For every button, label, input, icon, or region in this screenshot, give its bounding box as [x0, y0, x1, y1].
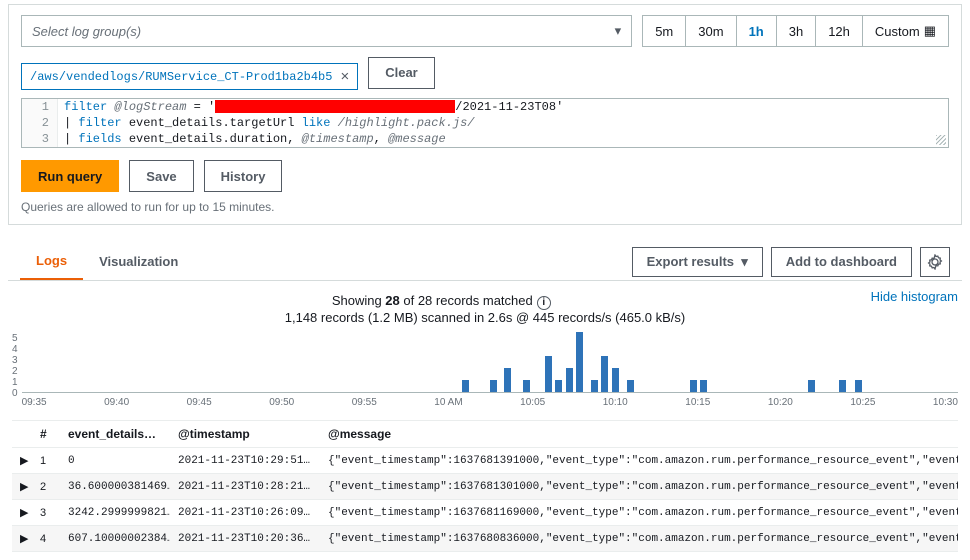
- col-duration[interactable]: event_details…: [60, 421, 170, 448]
- gear-icon: [927, 254, 943, 270]
- redacted-block: [215, 100, 455, 113]
- dropdown-icon: ▾: [615, 23, 622, 39]
- histogram-yaxis: 543210: [12, 333, 22, 393]
- query-editor[interactable]: 1filter @logStream = '/2021-11-23T08' 2|…: [21, 98, 949, 148]
- expand-icon[interactable]: ▶: [12, 500, 32, 526]
- histogram-bar[interactable]: [566, 368, 573, 392]
- time-range-3h[interactable]: 3h: [777, 15, 816, 47]
- histogram-bar[interactable]: [462, 380, 469, 392]
- time-range-12h[interactable]: 12h: [816, 15, 863, 47]
- time-range-custom[interactable]: Custom▦: [863, 15, 949, 47]
- histogram-bar[interactable]: [555, 380, 562, 392]
- histogram-bar[interactable]: [839, 380, 846, 392]
- info-icon[interactable]: i: [537, 296, 551, 310]
- log-group-tag[interactable]: /aws/vendedlogs/RUMService_CT-Prod1ba2b4…: [21, 63, 358, 90]
- time-range-1h[interactable]: 1h: [737, 15, 777, 47]
- histogram-bar[interactable]: [490, 380, 497, 392]
- expand-icon[interactable]: ▶: [12, 526, 32, 552]
- table-row[interactable]: ▶102021-11-23T10:29:51…{"event_timestamp…: [12, 448, 958, 474]
- expand-icon[interactable]: ▶: [12, 448, 32, 474]
- col-message[interactable]: @message: [320, 421, 958, 448]
- col-timestamp[interactable]: @timestamp: [170, 421, 320, 448]
- results-summary: Showing 28 of 28 records matchedi 1,148 …: [12, 293, 958, 325]
- histogram-bar[interactable]: [545, 356, 552, 392]
- histogram-xaxis: 09:3509:4009:4509:5009:5510 AM10:0510:10…: [22, 397, 958, 408]
- calendar-icon: ▦: [924, 23, 936, 39]
- results-table: # event_details… @timestamp @message ▶10…: [12, 420, 958, 552]
- save-button[interactable]: Save: [129, 160, 193, 192]
- histogram-bar[interactable]: [612, 368, 619, 392]
- add-to-dashboard-button[interactable]: Add to dashboard: [771, 247, 912, 277]
- log-group-select[interactable]: Select log group(s) ▾: [21, 15, 632, 47]
- histogram-bar[interactable]: [855, 380, 862, 392]
- run-query-button[interactable]: Run query: [21, 160, 119, 192]
- time-range-30m[interactable]: 30m: [686, 15, 736, 47]
- histogram-chart: 543210 09:3509:4009:4509:5009:5510 AM10:…: [12, 333, 958, 408]
- export-results-button[interactable]: Export results ▾: [632, 247, 763, 277]
- history-button[interactable]: History: [204, 160, 283, 192]
- histogram-bar[interactable]: [690, 380, 697, 392]
- clear-button[interactable]: Clear: [368, 57, 435, 89]
- histogram-bar[interactable]: [627, 380, 634, 392]
- settings-button[interactable]: [920, 247, 950, 277]
- log-group-placeholder: Select log group(s): [32, 24, 141, 39]
- histogram-bar[interactable]: [591, 380, 598, 392]
- col-index[interactable]: #: [32, 421, 60, 448]
- query-hint: Queries are allowed to run for up to 15 …: [21, 200, 949, 214]
- table-row[interactable]: ▶4607.10000002384…2021-11-23T10:20:36…{"…: [12, 526, 958, 552]
- histogram-bar[interactable]: [576, 332, 583, 392]
- table-row[interactable]: ▶236.600000381469…2021-11-23T10:28:21…{"…: [12, 474, 958, 500]
- histogram-bar[interactable]: [504, 368, 511, 392]
- expand-icon[interactable]: ▶: [12, 474, 32, 500]
- tab-logs[interactable]: Logs: [20, 243, 83, 280]
- hide-histogram-link[interactable]: Hide histogram: [871, 289, 958, 304]
- resize-handle[interactable]: [936, 135, 946, 145]
- time-range-5m[interactable]: 5m: [642, 15, 686, 47]
- histogram-bar[interactable]: [700, 380, 707, 392]
- tab-visualization[interactable]: Visualization: [83, 244, 194, 279]
- histogram-bar[interactable]: [601, 356, 608, 392]
- histogram-bar[interactable]: [523, 380, 530, 392]
- close-icon[interactable]: ×: [340, 68, 349, 85]
- histogram-bar[interactable]: [808, 380, 815, 392]
- table-row[interactable]: ▶33242.2999999821…2021-11-23T10:26:09…{"…: [12, 500, 958, 526]
- time-range-picker: 5m30m1h3h12hCustom▦: [642, 15, 949, 47]
- log-group-tag-label: /aws/vendedlogs/RUMService_CT-Prod1ba2b4…: [30, 70, 332, 84]
